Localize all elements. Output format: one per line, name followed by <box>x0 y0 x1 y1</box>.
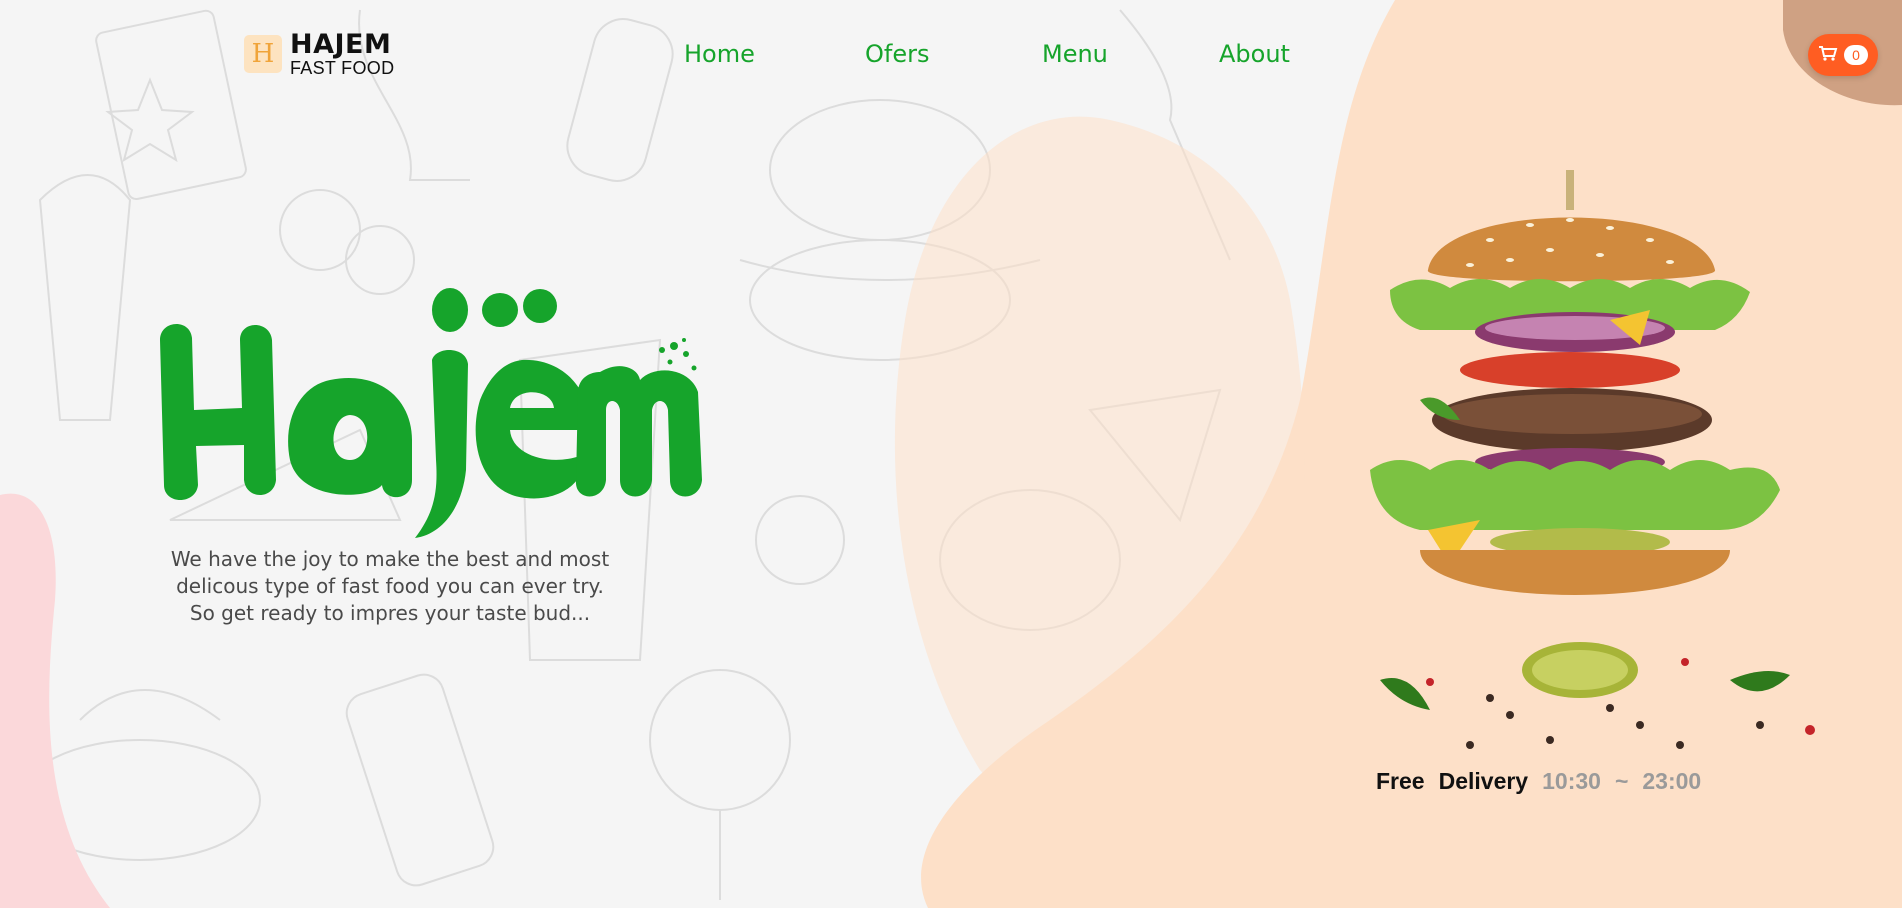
tagline-line: delicous type of fast food you can ever … <box>176 574 604 598</box>
delivery-label-free: Free <box>1376 768 1425 794</box>
delivery-open-time: 10:30 <box>1542 768 1601 794</box>
cart-icon <box>1818 45 1838 66</box>
wordmark-graphic <box>160 288 702 538</box>
nav-about[interactable]: About <box>1219 40 1290 68</box>
delivery-hours: Free Delivery 10:30 ~ 23:00 <box>1376 768 1701 795</box>
delivery-label-delivery: Delivery <box>1438 768 1529 794</box>
hero-tagline: We have the joy to make the best and mos… <box>150 546 630 627</box>
brand-name: HAJEM <box>290 29 392 60</box>
logo-mark: H <box>244 35 282 73</box>
hero-wordmark: Hajëm <box>150 280 710 540</box>
tagline-line: We have the joy to make the best and mos… <box>170 547 610 571</box>
brand-logo[interactable]: H HAJEM FAST FOOD <box>244 30 394 78</box>
delivery-close-time: 23:00 <box>1642 768 1702 794</box>
cart-count-badge: 0 <box>1844 45 1868 65</box>
nav-offers[interactable]: Ofers <box>865 40 929 68</box>
nav-home[interactable]: Home <box>684 40 755 68</box>
tagline-line: So get ready to impres your taste bud... <box>189 601 591 625</box>
delivery-time-separator: ~ <box>1614 768 1629 794</box>
nav-menu[interactable]: Menu <box>1042 40 1108 68</box>
brand-tagline: FAST FOOD <box>290 58 395 78</box>
cart-button[interactable]: 0 <box>1808 34 1878 76</box>
burger-image <box>1370 170 1815 749</box>
